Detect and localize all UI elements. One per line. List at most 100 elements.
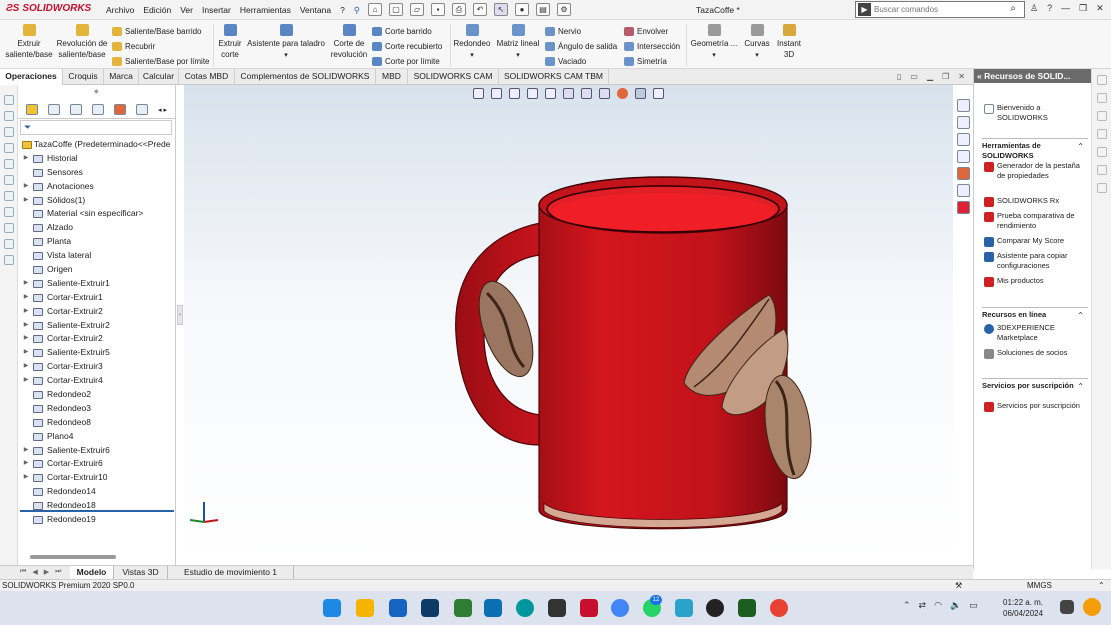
tree-node[interactable]: ▶ Cortar-Extruir2 [18, 332, 176, 346]
obs-icon[interactable] [706, 599, 724, 617]
menu-archivo[interactable]: Archivo [106, 5, 134, 16]
graphics-area[interactable] [184, 85, 953, 565]
tab-modelo[interactable]: Modelo [70, 566, 114, 579]
scene-icon[interactable] [635, 88, 646, 99]
search-mode-icon[interactable]: ▶ [858, 3, 871, 16]
tool-item[interactable]: Comparar My Score [984, 236, 1090, 247]
mug-model[interactable] [184, 85, 953, 565]
windows-start-icon[interactable] [323, 599, 341, 617]
pin-icon[interactable]: ⚲ [354, 5, 360, 16]
feature-tree-tab-icon[interactable] [26, 104, 38, 115]
strip-tool-5-icon[interactable] [3, 159, 14, 169]
expand-arrow-icon[interactable]: ▶ [23, 346, 29, 360]
instant3d-button[interactable]: Instant 3D [775, 24, 803, 60]
hole-wizard-button[interactable]: Asistente para taladro ▾ [246, 24, 326, 61]
tab-motion-study[interactable]: Estudio de movimiento 1 [168, 566, 294, 579]
strip-tool-6-icon[interactable] [3, 175, 14, 185]
boundary-boss-button[interactable]: Saliente/Base por límite [112, 54, 210, 69]
subscription-item[interactable]: Servicios por suscripción [984, 401, 1090, 412]
expand-arrow-icon[interactable]: ▶ [23, 360, 29, 374]
first-tab-icon[interactable]: ⏮ [20, 568, 26, 576]
section-view-icon[interactable] [527, 88, 538, 99]
print-icon[interactable]: ⎙ [452, 3, 466, 16]
ref-geometry-dropdown-icon[interactable]: ▾ [690, 50, 738, 61]
strip-tool-1-icon[interactable] [3, 95, 14, 105]
tree-node[interactable]: ▶ Cortar-Extruir4 [18, 374, 176, 388]
online-section-header[interactable]: Recursos en línea ⌃ [982, 307, 1088, 320]
split-icon[interactable]: ▭ [910, 72, 918, 81]
rstrip-tool-1-icon[interactable] [1096, 75, 1107, 85]
tree-node[interactable]: Material <sin especificar> [18, 207, 176, 221]
file-explorer-icon[interactable] [356, 599, 374, 617]
strip-tool-9-icon[interactable] [3, 223, 14, 233]
tree-root-part[interactable]: TazaCoffe (Predeterminado<<Prede [18, 138, 176, 152]
zoom-to-fit-icon[interactable] [473, 88, 484, 99]
app-green-icon[interactable] [454, 599, 472, 617]
tree-node[interactable]: ▶ Cortar-Extruir3 [18, 360, 176, 374]
tree-node[interactable]: ▶ Saliente-Extruir6 [18, 444, 176, 458]
fillet-dropdown-icon[interactable]: ▾ [452, 50, 492, 61]
tab-marca[interactable]: Marca [104, 69, 139, 85]
revolve-cut-button[interactable]: Corte de revolución [330, 24, 368, 60]
tab-croquis[interactable]: Croquis [63, 69, 104, 85]
tree-filter[interactable]: ⏷ [20, 120, 172, 135]
welcome-link[interactable]: Bienvenido a SOLIDWORKS [984, 103, 1090, 123]
subscription-section-header[interactable]: Servicios por suscripción ⌃ [982, 378, 1088, 391]
panel-collapse-handle[interactable]: › [177, 305, 183, 325]
expand-arrow-icon[interactable]: ▶ [23, 319, 29, 333]
rstrip-tool-2-icon[interactable] [1096, 93, 1107, 103]
menu-help[interactable]: ? [340, 5, 345, 16]
app-logo[interactable]: ƧS SOLIDWORKS [6, 3, 91, 14]
expand-arrow-icon[interactable]: ▶ [23, 277, 29, 291]
terminal-icon[interactable] [421, 599, 439, 617]
close-icon[interactable]: ✕ [1096, 3, 1104, 14]
tree-node[interactable]: ▶ Anotaciones [18, 180, 176, 194]
clock[interactable]: 01:22 a. m. 06/04/2024 [1003, 597, 1043, 619]
expand-arrow-icon[interactable]: ▶ [23, 444, 29, 458]
next-tab-icon[interactable]: ▶ [44, 568, 49, 576]
shell-button[interactable]: Vaciado [545, 54, 617, 69]
tree-node[interactable]: Plano4 [18, 430, 176, 444]
tree-horizontal-scrollbar[interactable] [30, 555, 116, 559]
viewport-close-icon[interactable]: ✕ [958, 72, 965, 81]
tab-cotas-mbd[interactable]: Cotas MBD [179, 69, 235, 85]
draft-button[interactable]: Ángulo de salida [545, 39, 617, 54]
viewport-restore-icon[interactable]: ❐ [942, 72, 949, 81]
tab-complementos[interactable]: Complementos de SOLIDWORKS [235, 69, 376, 85]
select-icon[interactable]: ↖ [494, 3, 508, 16]
collapse-caret-icon[interactable]: ⌃ [1077, 142, 1084, 152]
strip-tool-2-icon[interactable] [3, 111, 14, 121]
strip-tool-7-icon[interactable] [3, 191, 14, 201]
tree-node[interactable]: Redondeo14 [18, 485, 176, 499]
tool-item[interactable]: Prueba comparativa de rendimiento [984, 211, 1090, 231]
inkscape-icon[interactable] [548, 599, 566, 617]
menu-ver[interactable]: Ver [180, 5, 193, 16]
view-palette-tab-icon[interactable] [956, 150, 970, 163]
copilot-icon[interactable] [1083, 598, 1101, 616]
expand-arrow-icon[interactable]: ▶ [23, 180, 29, 194]
curves-button[interactable]: Curvas ▾ [742, 24, 772, 61]
zoom-area-icon[interactable] [491, 88, 502, 99]
online-item[interactable]: 3DEXPERIENCE Marketplace [984, 323, 1090, 343]
tree-node[interactable]: ▶ Saliente-Extruir2 [18, 319, 176, 333]
notepad-icon[interactable] [389, 599, 407, 617]
expand-arrow-icon[interactable]: ▶ [23, 291, 29, 305]
tab-solidworks-cam-tbm[interactable]: SOLIDWORKS CAM TBM [499, 69, 609, 85]
linear-pattern-button[interactable]: Matriz lineal ▾ [495, 24, 541, 61]
mirror-button[interactable]: Simetría [624, 54, 680, 69]
home-icon[interactable]: ⌂ [368, 3, 382, 16]
file-explorer-tab-icon[interactable] [956, 133, 970, 146]
appearance-icon[interactable] [617, 88, 628, 99]
rstrip-tool-5-icon[interactable] [1096, 147, 1107, 157]
expand-arrow-icon[interactable]: ▶ [23, 332, 29, 346]
previous-view-icon[interactable] [509, 88, 520, 99]
options-gear-icon[interactable]: ⚙ [557, 3, 571, 16]
menu-herramientas[interactable]: Herramientas [240, 5, 291, 16]
display-style-icon[interactable] [581, 88, 592, 99]
tree-node[interactable]: ▶ Cortar-Extruir6 [18, 457, 176, 471]
menu-insertar[interactable]: Insertar [202, 5, 231, 16]
rstrip-tool-3-icon[interactable] [1096, 111, 1107, 121]
globe-app-icon[interactable] [675, 599, 693, 617]
loft-cut-button[interactable]: Corte recubierto [372, 39, 442, 54]
chrome-icon[interactable] [611, 599, 629, 617]
